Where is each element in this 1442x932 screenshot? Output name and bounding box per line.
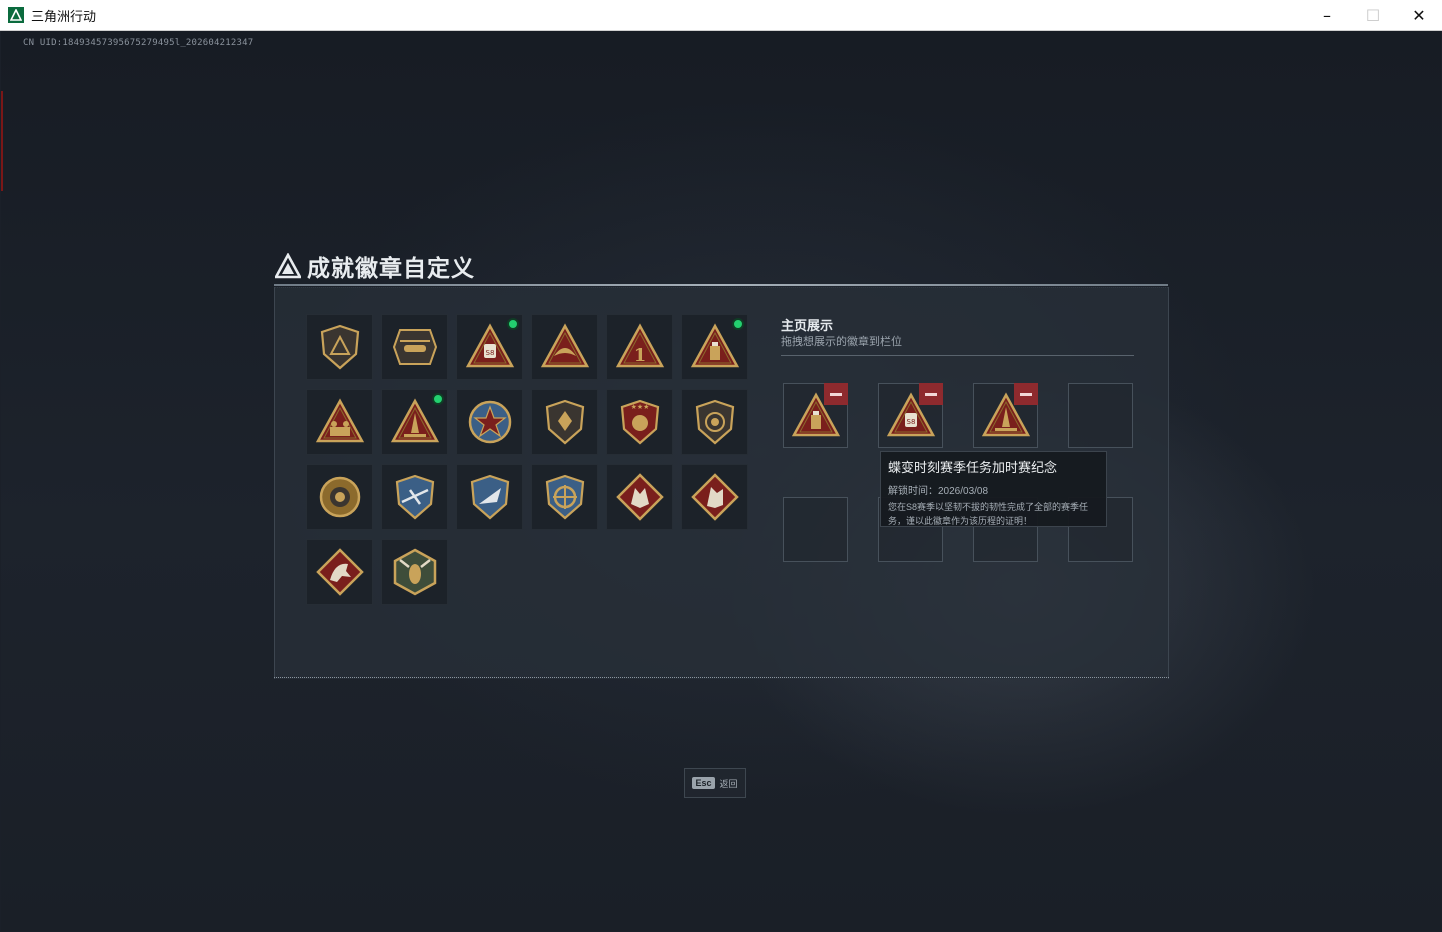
badge-cell[interactable] (381, 314, 448, 380)
badge-inventory-grid: S8 1 ★★★ (306, 314, 748, 605)
wasp-hexagon-badge-icon (393, 548, 436, 596)
rose-medallion-badge-icon (319, 476, 360, 518)
showcase-slot-filled[interactable]: S8 (878, 383, 943, 448)
shield-emblem-badge-icon (545, 399, 584, 445)
esc-back-button[interactable]: Esc 返回 (684, 768, 746, 798)
svg-text:S8: S8 (906, 418, 915, 426)
new-indicator-dot (507, 318, 519, 330)
tooltip-unlock-time: 解锁时间：2026/03/08 (888, 486, 989, 497)
badge-cell[interactable] (306, 539, 373, 605)
esc-back-label: 返回 (719, 778, 738, 789)
esc-key-icon: Esc (692, 777, 715, 789)
showcase-divider (781, 355, 1134, 356)
badge-cell[interactable]: S8 (456, 314, 523, 380)
badge-cell[interactable] (681, 314, 748, 380)
svg-text:1: 1 (633, 345, 646, 366)
panel-header: 成就徽章自定义 (275, 249, 475, 283)
badge-cell[interactable] (306, 314, 373, 380)
game-viewport: CN UID:18493457395675279495l_20260421234… (1, 31, 1441, 931)
badge-cell[interactable] (531, 314, 598, 380)
compass-gold-crest-badge-icon (545, 474, 584, 520)
badge-cell[interactable] (306, 464, 373, 530)
jet-blue-crest-badge-icon (470, 474, 509, 520)
rocket-triangle-badge-icon (390, 398, 439, 443)
showcase-subtitle: 拖拽想展示的徽章到栏位 (781, 336, 902, 348)
svg-text:S8: S8 (485, 349, 494, 357)
showcase-title: 主页展示 (781, 318, 834, 333)
s8-season-triangle-badge-icon: S8 (465, 323, 514, 368)
wolf-howl-diamond-badge-icon (690, 473, 739, 521)
new-indicator-dot (432, 393, 444, 405)
remove-badge-button[interactable] (1014, 383, 1038, 405)
minus-icon (925, 392, 937, 396)
uid-label: CN UID:18493457395675279495l_20260421234… (23, 38, 254, 48)
window-title: 三角洲行动 (31, 8, 97, 24)
showcase-slot-filled[interactable] (783, 383, 848, 448)
badge-cell[interactable] (531, 389, 598, 455)
badge-cell[interactable] (381, 389, 448, 455)
remove-badge-button[interactable] (919, 383, 943, 405)
maximize-button[interactable]: ☐ (1350, 0, 1396, 31)
badge-cell[interactable] (681, 464, 748, 530)
showcase-slot-empty[interactable] (1068, 383, 1133, 448)
badge-customize-panel: S8 1 ★★★ 主页展示 拖拽想展示的徽章到栏位 S8 蝶变时刻赛季任务加时赛纪念… (274, 287, 1169, 679)
window-controls: – ☐ ✕ (1304, 0, 1442, 31)
svg-text:★★★: ★★★ (630, 403, 649, 411)
badge-cell[interactable] (456, 464, 523, 530)
badge-cell[interactable]: ★★★ (606, 389, 673, 455)
badge-cell[interactable] (381, 539, 448, 605)
minus-icon (1020, 392, 1032, 396)
tooltip-description: 您在S8赛季以坚韧不拔的韧性完成了全部的赛季任务，谨以此徽章作为该历程的证明！ (888, 502, 1089, 526)
helicopter-badge-icon (392, 329, 437, 365)
edge-accent (1, 91, 3, 191)
header-divider (274, 284, 1168, 286)
badge-cell[interactable] (681, 389, 748, 455)
badge-cell[interactable] (456, 389, 523, 455)
app-logo-icon (8, 7, 24, 23)
window-titlebar: 三角洲行动 – ☐ ✕ (0, 0, 1442, 31)
badge-cell[interactable]: 1 (606, 314, 673, 380)
page-title: 成就徽章自定义 (307, 255, 475, 281)
soldiers-triangle-badge-icon (315, 398, 364, 443)
new-indicator-dot (732, 318, 744, 330)
shield-delta-badge-icon (320, 324, 359, 370)
close-button[interactable]: ✕ (1396, 0, 1442, 31)
badge-cell[interactable] (381, 464, 448, 530)
star-medal-badge-icon (468, 400, 511, 444)
tooltip-title: 蝶变时刻赛季任务加时赛纪念 (888, 460, 1058, 475)
minimize-button[interactable]: – (1304, 0, 1350, 31)
badge-cell[interactable] (606, 464, 673, 530)
lion-shield-badge-icon (695, 399, 734, 445)
aircraft-blue-crest-badge-icon (395, 474, 434, 520)
badge-cell[interactable] (531, 464, 598, 530)
showcase-slot-filled[interactable] (973, 383, 1038, 448)
remove-badge-button[interactable] (824, 383, 848, 405)
dove-triangle-badge-icon (540, 323, 589, 368)
star-crest-badge-icon: ★★★ (620, 399, 659, 445)
number-one-triangle-badge-icon: 1 (615, 323, 664, 368)
badge-tooltip: 蝶变时刻赛季任务加时赛纪念 解锁时间：2026/03/08 您在S8赛季以坚韧不… (880, 451, 1107, 527)
badge-cell[interactable] (306, 389, 373, 455)
horse-diamond-badge-icon (315, 548, 364, 596)
panel-bottom-border (274, 677, 1169, 679)
wolf-diamond-badge-icon (615, 473, 664, 521)
flashlight-triangle-badge-icon (690, 323, 739, 368)
delta-logo-icon (275, 253, 301, 279)
showcase-slot-empty[interactable] (783, 497, 848, 562)
minus-icon (830, 392, 842, 396)
